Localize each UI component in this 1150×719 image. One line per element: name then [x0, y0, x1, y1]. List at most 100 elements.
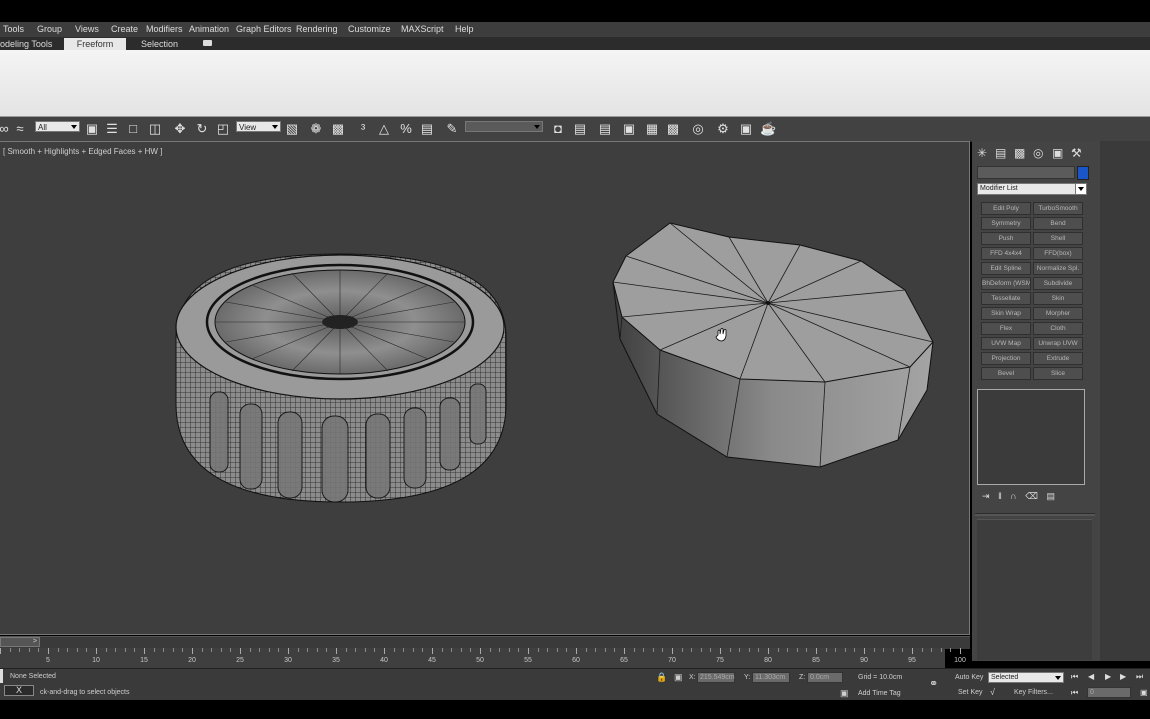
schematic-view-icon[interactable]: ▩: [665, 121, 681, 137]
reference-coordinate-dropdown[interactable]: View: [236, 121, 281, 132]
key-filters-button[interactable]: Key Filters...: [1014, 689, 1053, 696]
menu-tools[interactable]: Tools: [3, 24, 24, 34]
tab-modeling-tools[interactable]: odeling Tools: [0, 38, 60, 50]
selection-filter-dropdown[interactable]: All: [35, 121, 80, 132]
current-frame-field[interactable]: 0: [1087, 687, 1131, 698]
modifier-button[interactable]: FFD 4x4x4: [981, 247, 1031, 260]
object-color-swatch[interactable]: [1077, 166, 1089, 180]
graphite-toggle-icon[interactable]: ▣: [621, 121, 637, 137]
key-mode-toggle-icon[interactable]: ⏮: [1071, 688, 1078, 698]
modifier-button[interactable]: Symmetry: [981, 217, 1031, 230]
modifier-button[interactable]: Projection: [981, 352, 1031, 365]
select-manipulate-icon[interactable]: ❁: [308, 121, 324, 137]
perspective-viewport[interactable]: [ Smooth + Highlights + Edged Faces + HW…: [0, 141, 970, 635]
modify-tab-icon[interactable]: ▤: [995, 146, 1006, 160]
show-end-result-icon[interactable]: ‖: [998, 491, 1002, 501]
menu-views[interactable]: Views: [75, 24, 99, 34]
modifier-button[interactable]: Cloth: [1033, 322, 1083, 335]
link-icon[interactable]: ∞: [0, 121, 12, 137]
close-icon[interactable]: X: [4, 685, 34, 696]
utilities-tab-icon[interactable]: ⚒: [1071, 146, 1082, 160]
object-name-field[interactable]: [977, 166, 1075, 179]
lock-selection-icon[interactable]: 🔒: [656, 672, 667, 683]
modifier-button[interactable]: Morpher: [1033, 307, 1083, 320]
hierarchy-tab-icon[interactable]: ▩: [1014, 146, 1025, 160]
modifier-button[interactable]: Slice: [1033, 367, 1083, 380]
modifier-button[interactable]: Edit Spline: [981, 262, 1031, 275]
selection-region-icon[interactable]: □: [125, 121, 141, 137]
menu-group[interactable]: Group: [37, 24, 62, 34]
move-icon[interactable]: ✥: [172, 121, 188, 137]
tab-selection[interactable]: Selection: [141, 38, 181, 50]
curve-editor-icon[interactable]: ▦: [644, 121, 660, 137]
angle-snap-icon[interactable]: △: [376, 121, 392, 137]
snaps-toggle-icon[interactable]: ³: [355, 121, 371, 137]
modifier-button[interactable]: Tessellate: [981, 292, 1031, 305]
keyboard-shortcut-icon[interactable]: ▩: [330, 121, 346, 137]
time-tag-icon[interactable]: ▣: [840, 688, 849, 699]
go-to-start-icon[interactable]: ⏮: [1071, 672, 1078, 682]
material-editor-icon[interactable]: ◎: [690, 121, 706, 137]
spinner-snap-icon[interactable]: ▤: [419, 121, 435, 137]
auto-key-button[interactable]: Auto Key: [955, 674, 983, 681]
pin-stack-icon[interactable]: ⇥: [982, 491, 990, 501]
display-tab-icon[interactable]: ▣: [1052, 146, 1063, 160]
bind-space-warp-icon[interactable]: ≈: [12, 121, 28, 137]
remove-modifier-icon[interactable]: ⌫: [1025, 491, 1038, 501]
time-configuration-icon[interactable]: ▣: [1140, 688, 1148, 697]
track-bar[interactable]: 5 10 15 20 25 30 35 40 45 50 55 60 65 70 75 80 85 90 95 100: [0, 648, 966, 668]
percent-snap-icon[interactable]: %: [398, 121, 414, 137]
menu-rendering[interactable]: Rendering: [296, 24, 338, 34]
select-by-name-icon[interactable]: ☰: [104, 121, 120, 137]
z-coordinate-field[interactable]: 0.0cm: [807, 672, 843, 683]
menu-modifiers[interactable]: Modifiers: [146, 24, 183, 34]
menu-animation[interactable]: Animation: [189, 24, 229, 34]
modifier-button[interactable]: Unwrap UVW: [1033, 337, 1083, 350]
play-icon[interactable]: ▶: [1105, 672, 1111, 681]
next-frame-icon[interactable]: ▶: [1120, 672, 1126, 681]
time-slider-thumb[interactable]: >: [0, 637, 40, 647]
modifier-button[interactable]: Extrude: [1033, 352, 1083, 365]
modifier-button[interactable]: UVW Map: [981, 337, 1031, 350]
set-key-icon[interactable]: √: [990, 687, 995, 697]
modifier-button[interactable]: Shell: [1033, 232, 1083, 245]
render-teapot-icon[interactable]: ☕: [760, 121, 776, 137]
modifier-button[interactable]: Skin Wrap: [981, 307, 1031, 320]
set-key-button[interactable]: Set Key: [958, 689, 983, 696]
scale-icon[interactable]: ◰: [215, 121, 231, 137]
modifier-button[interactable]: Bevel: [981, 367, 1031, 380]
modifier-button[interactable]: BhDeform (WSM): [981, 277, 1031, 290]
menu-help[interactable]: Help: [455, 24, 474, 34]
y-coordinate-field[interactable]: 11.303cm: [752, 672, 790, 683]
modifier-button[interactable]: TurboSmooth: [1033, 202, 1083, 215]
create-tab-icon[interactable]: ✳: [977, 146, 987, 160]
render-setup-icon[interactable]: ⚙: [715, 121, 731, 137]
pivot-center-icon[interactable]: ▧: [284, 121, 300, 137]
rendered-frame-icon[interactable]: ▣: [738, 121, 754, 137]
modifier-button[interactable]: Flex: [981, 322, 1031, 335]
align-icon[interactable]: ▤: [572, 121, 588, 137]
modifier-button[interactable]: Normalize Spl.: [1033, 262, 1083, 275]
select-object-icon[interactable]: ▣: [84, 121, 100, 137]
modifier-button[interactable]: Subdivide: [1033, 277, 1083, 290]
absolute-mode-icon[interactable]: ▣: [674, 672, 683, 683]
modifier-button[interactable]: Bend: [1033, 217, 1083, 230]
modifier-button[interactable]: Edit Poly: [981, 202, 1031, 215]
modifier-button[interactable]: Skin: [1033, 292, 1083, 305]
ribbon-toggle-icon[interactable]: [203, 40, 212, 46]
menu-create[interactable]: Create: [111, 24, 138, 34]
go-to-end-icon[interactable]: ⏭: [1136, 672, 1143, 682]
tab-freeform[interactable]: Freeform: [64, 38, 126, 50]
window-crossing-icon[interactable]: ◫: [147, 121, 163, 137]
layer-manager-icon[interactable]: ▤: [597, 121, 613, 137]
mirror-icon[interactable]: ◘: [550, 121, 566, 137]
add-time-tag-button[interactable]: Add Time Tag: [858, 690, 901, 697]
modifier-button[interactable]: Push: [981, 232, 1031, 245]
menu-customize[interactable]: Customize: [348, 24, 391, 34]
menu-graph-editors[interactable]: Graph Editors: [236, 24, 292, 34]
modifier-stack-list[interactable]: [977, 389, 1085, 485]
named-selection-dropdown[interactable]: [465, 121, 543, 132]
previous-frame-icon[interactable]: ◀: [1088, 672, 1094, 681]
rotate-icon[interactable]: ↻: [194, 121, 210, 137]
menu-maxscript[interactable]: MAXScript: [401, 24, 444, 34]
